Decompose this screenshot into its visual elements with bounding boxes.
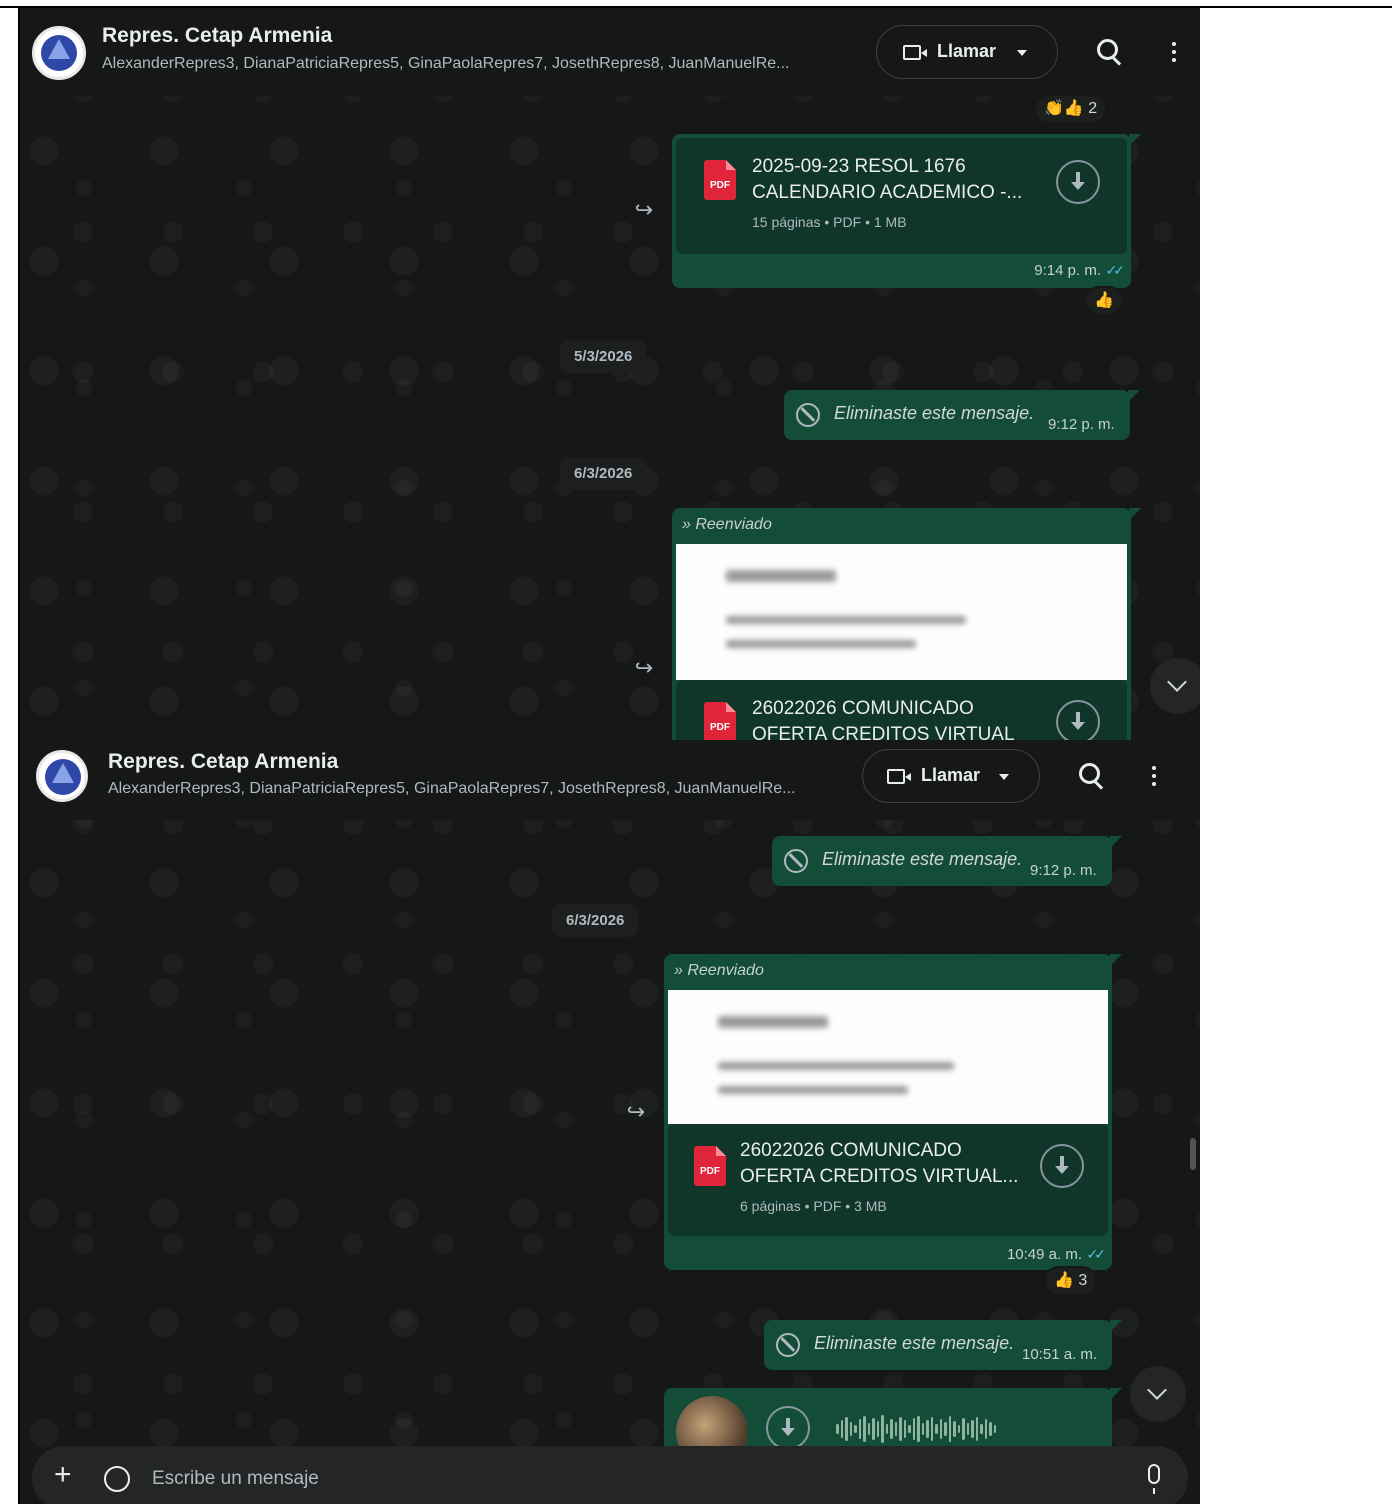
document-name-line1: 26022026 COMUNICADO	[740, 1140, 962, 1161]
date-separator: 6/3/2026	[552, 904, 639, 937]
pdf-icon: PDF	[704, 702, 736, 740]
document-message[interactable]: PDF 2025-09-23 RESOL 1676 CALENDARIO ACA…	[672, 134, 1141, 288]
scrollbar[interactable]	[1190, 1138, 1196, 1170]
plus-icon[interactable]: +	[54, 1460, 72, 1490]
date-separator: 5/3/2026	[560, 340, 647, 373]
date-separator: 6/3/2026	[560, 457, 647, 490]
download-icon[interactable]	[1056, 160, 1100, 204]
forwarded-message[interactable]: » Reenviado PDF 26022026 COMUNICADO OFER…	[672, 508, 1141, 740]
message-composer[interactable]: + Escribe un mensaje	[32, 1446, 1188, 1504]
audio-waveform[interactable]	[836, 1414, 996, 1444]
chevron-down-icon	[1017, 50, 1027, 56]
document-name-line1: 2025-09-23 RESOL 1676	[752, 156, 966, 177]
download-icon[interactable]	[1040, 1144, 1084, 1188]
message-input[interactable]: Escribe un mensaje	[152, 1468, 319, 1490]
read-receipt-icon: ✓✓	[1105, 262, 1126, 278]
forward-icon[interactable]: ↪	[626, 192, 662, 228]
call-button[interactable]: Llamar	[876, 25, 1058, 79]
forwarded-message[interactable]: » Reenviado PDF 26022026 COMUNICADO OFER…	[664, 954, 1122, 1270]
message-time: 10:49 a. m.	[1006, 1246, 1082, 1263]
forwarded-label: » Reenviado	[674, 962, 764, 979]
document-card[interactable]: PDF 26022026 COMUNICADO OFERTA CREDITOS …	[668, 1124, 1108, 1236]
search-icon[interactable]	[1088, 32, 1128, 72]
message-time: 10:51 a. m.	[1022, 1346, 1098, 1363]
read-receipt-icon: ✓✓	[1086, 1246, 1107, 1262]
deleted-message[interactable]: Eliminaste este mensaje. 9:12 p. m.	[784, 390, 1140, 440]
document-preview[interactable]	[676, 544, 1127, 680]
forward-icon[interactable]: ↪	[618, 1094, 654, 1130]
reaction-badge[interactable]: 👍	[1084, 286, 1124, 316]
deleted-text: Eliminaste este mensaje.	[822, 849, 1023, 869]
deleted-text: Eliminaste este mensaje.	[834, 403, 1035, 423]
pdf-icon: PDF	[704, 160, 736, 200]
message-time: 9:12 p. m.	[1048, 416, 1115, 433]
deleted-message[interactable]: Eliminaste este mensaje. 10:51 a. m.	[764, 1320, 1122, 1370]
group-avatar[interactable]	[36, 750, 88, 802]
document-preview[interactable]	[668, 990, 1108, 1124]
chat-members[interactable]: AlexanderRepres3, DianaPatriciaRepres5, …	[108, 780, 796, 798]
chat-members[interactable]: AlexanderRepres3, DianaPatriciaRepres5, …	[102, 55, 790, 73]
scroll-down-button[interactable]	[1150, 658, 1200, 714]
forward-icon[interactable]: ↪	[626, 650, 662, 686]
chat-view-top: Repres. Cetap Armenia AlexanderRepres3, …	[20, 8, 1200, 740]
message-time: 9:12 p. m.	[1030, 862, 1097, 879]
video-icon	[903, 45, 927, 60]
document-name-line1: 26022026 COMUNICADO	[752, 698, 974, 719]
forwarded-label: » Reenviado	[682, 516, 772, 533]
document-card[interactable]: PDF 2025-09-23 RESOL 1676 CALENDARIO ACA…	[676, 138, 1127, 254]
message-time: 9:14 p. m.	[1034, 262, 1101, 279]
group-avatar[interactable]	[32, 26, 86, 80]
document-meta: 6 páginas • PDF • 3 MB	[740, 1198, 887, 1214]
screenshot-frame: Repres. Cetap Armenia AlexanderRepres3, …	[0, 0, 1392, 1504]
call-button[interactable]: Llamar	[862, 749, 1040, 803]
reaction-badge[interactable]: 👍 3	[1044, 1266, 1098, 1296]
menu-icon[interactable]	[1134, 756, 1174, 796]
sticker-icon[interactable]	[104, 1466, 130, 1492]
chat-title[interactable]: Repres. Cetap Armenia	[102, 24, 332, 48]
document-meta: 15 páginas • PDF • 1 MB	[752, 214, 907, 230]
chevron-down-icon	[999, 774, 1009, 780]
document-name-line2: OFERTA CREDITOS VIRTUAL...	[740, 1166, 1019, 1187]
chat-header[interactable]: Repres. Cetap Armenia AlexanderRepres3, …	[20, 740, 1200, 820]
deleted-message[interactable]: Eliminaste este mensaje. 9:12 p. m.	[772, 836, 1122, 886]
document-name-line2: OFERTA CREDITOS VIRTUAL	[752, 724, 1015, 740]
document-card[interactable]: PDF 26022026 COMUNICADO OFERTA CREDITOS …	[676, 680, 1127, 740]
download-icon[interactable]	[1056, 700, 1100, 740]
call-label: Llamar	[937, 41, 997, 61]
reaction-badge[interactable]: 👏👍 2	[1034, 94, 1108, 124]
chat-header[interactable]: Repres. Cetap Armenia AlexanderRepres3, …	[20, 8, 1200, 96]
chat-title[interactable]: Repres. Cetap Armenia	[108, 750, 338, 774]
pdf-icon: PDF	[694, 1146, 726, 1186]
ban-icon	[796, 403, 820, 427]
deleted-text: Eliminaste este mensaje.	[814, 1333, 1015, 1353]
scroll-down-button[interactable]	[1130, 1366, 1186, 1422]
search-icon[interactable]	[1070, 756, 1110, 796]
microphone-icon[interactable]	[1148, 1464, 1160, 1494]
ban-icon	[776, 1333, 800, 1357]
call-label: Llamar	[921, 765, 981, 785]
document-name-line2: CALENDARIO ACADEMICO -...	[752, 182, 1023, 203]
download-icon[interactable]	[766, 1406, 810, 1450]
menu-icon[interactable]	[1154, 32, 1194, 72]
ban-icon	[784, 849, 808, 873]
chat-view-bottom: Repres. Cetap Armenia AlexanderRepres3, …	[20, 740, 1200, 1504]
video-icon	[887, 769, 911, 784]
